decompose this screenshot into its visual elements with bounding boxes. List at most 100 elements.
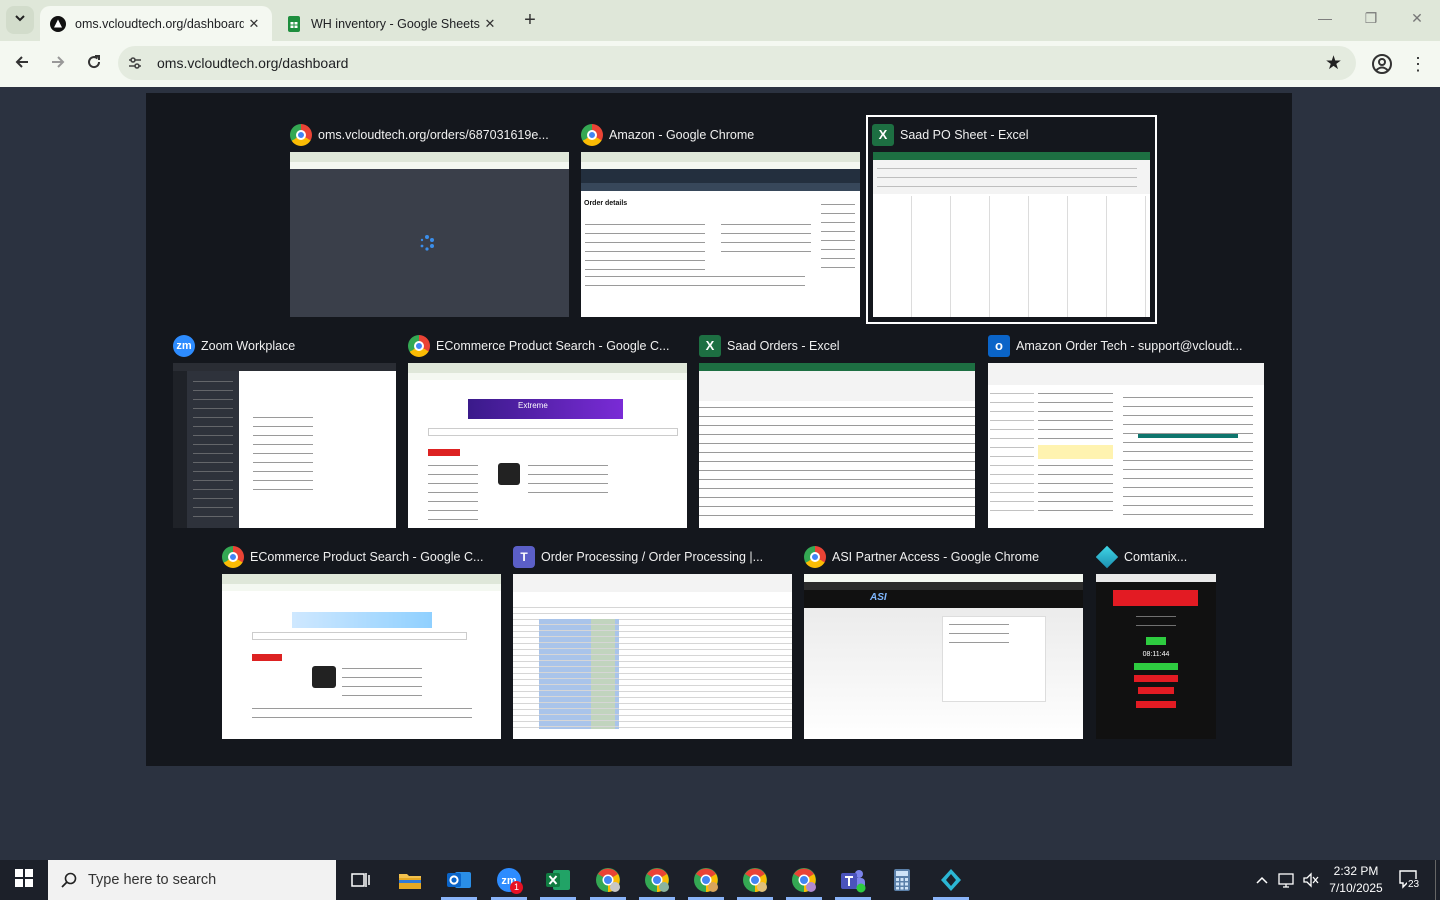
- window-title: Zoom Workplace: [201, 339, 296, 353]
- search-placeholder: Type here to search: [88, 872, 217, 888]
- outlook-app-icon[interactable]: [445, 866, 473, 894]
- tab-wh-inventory[interactable]: WH inventory - Google Sheets ✕: [278, 6, 508, 41]
- window-title: ASI Partner Access - Google Chrome: [832, 550, 1040, 564]
- window-thumbnail: Extreme: [408, 363, 687, 528]
- tab-dashboard[interactable]: oms.vcloudtech.org/dashboard ✕: [40, 6, 272, 41]
- arrow-right-icon: [49, 55, 67, 75]
- profile-icon[interactable]: [1371, 53, 1393, 75]
- chrome-profile-3-icon[interactable]: [692, 866, 720, 894]
- window-thumbnail: 08:11:44: [1096, 574, 1216, 739]
- notification-count: 23: [1407, 879, 1421, 890]
- close-window-button[interactable]: ✕: [1394, 10, 1440, 27]
- tab-strip: oms.vcloudtech.org/dashboard ✕ WH invent…: [0, 0, 1440, 41]
- menu-button[interactable]: ⋮: [1408, 53, 1428, 75]
- bookmark-star-icon[interactable]: ★: [1325, 52, 1342, 75]
- url-text[interactable]: oms.vcloudtech.org/dashboard: [157, 55, 348, 71]
- comtanix-icon: [1096, 545, 1119, 569]
- excel-icon: X: [872, 124, 894, 146]
- window-card-comtanix[interactable]: Comtanix... 08:11:44: [1096, 543, 1216, 739]
- outlook-icon: o: [988, 335, 1010, 357]
- zoom-icon: zm: [173, 335, 195, 357]
- window-title: Saad PO Sheet - Excel: [900, 128, 1029, 142]
- tab-search-button[interactable]: [6, 6, 34, 34]
- notifications-icon[interactable]: 23: [1398, 869, 1421, 900]
- chrome-icon: [804, 546, 826, 568]
- arrow-left-icon: [13, 55, 31, 75]
- window-card-asi-partner[interactable]: ASI Partner Access - Google Chrome ASI: [804, 543, 1083, 739]
- window-card-order-processing[interactable]: T Order Processing / Order Processing |..…: [513, 543, 792, 739]
- window-thumbnail: [290, 152, 569, 317]
- window-card-saad-po-sheet[interactable]: X Saad PO Sheet - Excel: [866, 115, 1157, 324]
- back-button[interactable]: [11, 53, 33, 75]
- loading-spinner-icon: [418, 234, 436, 252]
- window-thumbnail: Order details: [581, 152, 860, 317]
- chrome-profile-1-icon[interactable]: [594, 866, 622, 894]
- restore-button[interactable]: ❐: [1348, 10, 1394, 27]
- tab-title: oms.vcloudtech.org/dashboard: [75, 16, 244, 31]
- browser-toolbar: oms.vcloudtech.org/dashboard ★ ⋮: [0, 41, 1440, 87]
- window-thumbnail: [173, 363, 396, 528]
- close-tab-icon[interactable]: ✕: [480, 16, 500, 32]
- clock-date: 7/10/2025: [1329, 881, 1383, 895]
- chrome-profile-4-icon[interactable]: [741, 866, 769, 894]
- zoom-notification-badge: 1: [510, 881, 523, 894]
- window-card-amazon-order-tech[interactable]: o Amazon Order Tech - support@vcloudt...: [988, 332, 1264, 528]
- close-tab-icon[interactable]: ✕: [244, 16, 264, 32]
- window-card-zoom[interactable]: zm Zoom Workplace: [173, 332, 396, 528]
- window-thumbnail: ASI: [804, 574, 1083, 739]
- asi-logo-text: ASI: [870, 592, 887, 603]
- volume-muted-icon[interactable]: [1302, 872, 1320, 900]
- window-thumbnail: [222, 574, 501, 739]
- file-explorer-icon[interactable]: [396, 866, 424, 894]
- site-info-icon[interactable]: [126, 54, 144, 72]
- forward-button[interactable]: [47, 53, 69, 75]
- chevron-down-icon: [14, 11, 26, 29]
- chrome-icon: [290, 124, 312, 146]
- window-thumbnail: [873, 152, 1150, 317]
- task-view-overlay: oms.vcloudtech.org/orders/687031619e... …: [146, 93, 1292, 766]
- taskbar: Type here to search zm 1 2:32 PM 7/10/20…: [0, 860, 1440, 900]
- window-title: oms.vcloudtech.org/orders/687031619e...: [318, 128, 549, 142]
- window-card-amazon[interactable]: Amazon - Google Chrome Order details: [581, 121, 860, 317]
- window-card-ecommerce-search-2[interactable]: ECommerce Product Search - Google C...: [222, 543, 501, 739]
- window-title: ECommerce Product Search - Google C...: [250, 550, 484, 564]
- comtanix-timer: 08:11:44: [1142, 651, 1170, 658]
- reload-button[interactable]: [83, 53, 105, 75]
- calculator-icon[interactable]: [888, 866, 916, 894]
- clock-time: 2:32 PM: [1333, 864, 1379, 878]
- window-thumbnail: [513, 574, 792, 739]
- tab-title: WH inventory - Google Sheets: [311, 16, 480, 31]
- excel-app-icon[interactable]: [544, 866, 572, 894]
- chrome-icon: [581, 124, 603, 146]
- show-desktop-button[interactable]: [1435, 860, 1436, 900]
- window-card-ecommerce-search-1[interactable]: ECommerce Product Search - Google C... E…: [408, 332, 687, 528]
- order-details-heading: Order details: [584, 200, 628, 207]
- chrome-icon: [222, 546, 244, 568]
- chrome-profile-5-icon[interactable]: [790, 866, 818, 894]
- window-title: Amazon Order Tech - support@vcloudt...: [1016, 339, 1243, 353]
- comtanix-app-icon[interactable]: [937, 866, 965, 894]
- show-hidden-icons-icon[interactable]: [1254, 872, 1270, 900]
- google-sheets-icon: [286, 15, 302, 32]
- window-card-saad-orders[interactable]: X Saad Orders - Excel: [699, 332, 975, 528]
- window-thumbnail: [988, 363, 1264, 528]
- window-title: Saad Orders - Excel: [727, 339, 840, 353]
- new-tab-button[interactable]: +: [519, 9, 541, 31]
- taskbar-search-box[interactable]: Type here to search: [48, 860, 336, 900]
- teams-icon: T: [513, 546, 535, 568]
- taskbar-clock[interactable]: 2:32 PM 7/10/2025: [1324, 863, 1388, 897]
- teams-app-icon[interactable]: [839, 866, 867, 894]
- chrome-profile-2-icon[interactable]: [643, 866, 671, 894]
- address-bar[interactable]: oms.vcloudtech.org/dashboard ★: [118, 46, 1356, 80]
- window-thumbnail: [699, 363, 975, 528]
- network-icon[interactable]: [1278, 872, 1296, 900]
- start-button[interactable]: [0, 860, 48, 900]
- window-title: Comtanix...: [1124, 550, 1188, 564]
- excel-icon: X: [699, 335, 721, 357]
- window-card-oms-orders[interactable]: oms.vcloudtech.org/orders/687031619e...: [290, 121, 569, 317]
- window-title: Amazon - Google Chrome: [609, 128, 755, 142]
- minimize-button[interactable]: —: [1302, 10, 1348, 26]
- reload-icon: [85, 55, 103, 75]
- task-view-icon[interactable]: [346, 866, 374, 894]
- zoom-app-icon[interactable]: zm 1: [495, 866, 523, 894]
